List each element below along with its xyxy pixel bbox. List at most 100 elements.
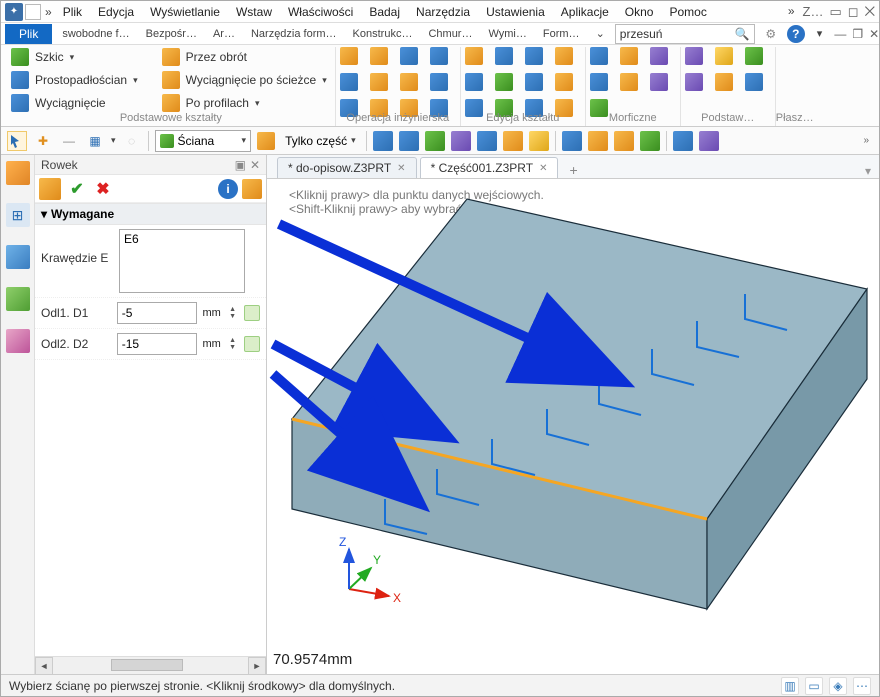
gear-icon[interactable]: ⚙ — [761, 24, 781, 44]
new-file-icon[interactable] — [25, 4, 41, 20]
chevron-down-icon[interactable]: ▾ — [255, 98, 260, 109]
d2-link-icon[interactable] — [244, 336, 260, 352]
d2-spinner[interactable]: ▲▼ — [227, 337, 239, 351]
t-m-icon[interactable] — [699, 131, 719, 151]
ed5-icon[interactable] — [465, 73, 483, 91]
chevron-down-icon[interactable]: ▾ — [322, 75, 327, 86]
ed7-icon[interactable] — [525, 73, 543, 91]
sketch-icon[interactable] — [11, 48, 29, 66]
menu-wstaw[interactable]: Wstaw — [229, 3, 279, 21]
ed8-icon[interactable] — [555, 73, 573, 91]
thread-icon[interactable] — [430, 73, 448, 91]
btn-extrude[interactable]: Wyciągnięcie — [35, 96, 106, 110]
sb-icon-d[interactable]: ⋯ — [853, 677, 871, 695]
rib-icon[interactable] — [340, 73, 358, 91]
search-icon[interactable]: 🔍 — [735, 27, 750, 41]
side-feature-icon[interactable] — [6, 161, 30, 185]
tabs-menu-icon[interactable]: ▾ — [865, 164, 879, 178]
sb-icon-c[interactable]: ◈ — [829, 677, 847, 695]
scroll-right-icon[interactable]: ► — [248, 657, 266, 675]
qat-overflow-icon[interactable]: » — [43, 5, 54, 19]
m4-icon[interactable] — [590, 73, 608, 91]
filter-combo[interactable]: Ściana ▾ — [155, 130, 252, 152]
menu-edycja[interactable]: Edycja — [91, 3, 141, 21]
menu-wyswietlanie[interactable]: Wyświetlanie — [143, 3, 227, 21]
shell-icon[interactable] — [370, 73, 388, 91]
menu-okno[interactable]: Okno — [618, 3, 661, 21]
m5-icon[interactable] — [620, 73, 638, 91]
settings-feature-icon[interactable] — [242, 179, 262, 199]
menu-overflow-label[interactable]: Z… — [803, 4, 824, 20]
help-icon[interactable]: ? — [787, 25, 805, 43]
d1-spinner[interactable]: ▲▼ — [227, 306, 239, 320]
panel-hscrollbar[interactable]: ◄ ► — [35, 656, 266, 674]
ed6-icon[interactable] — [495, 73, 513, 91]
menu-pomoc[interactable]: Pomoc — [662, 3, 713, 21]
add-tab-button[interactable]: + — [561, 162, 585, 178]
close-tab-icon[interactable]: ✕ — [539, 163, 547, 174]
btn-loft[interactable]: Po profilach — [186, 96, 249, 110]
menu-badaj[interactable]: Badaj — [362, 3, 407, 21]
select-cursor-icon[interactable] — [7, 131, 27, 151]
menu-plik[interactable]: Plik — [56, 3, 89, 21]
menu-narzedzia[interactable]: Narzędzia — [409, 3, 477, 21]
sb-icon-b[interactable]: ▭ — [805, 677, 823, 695]
side-tree-icon[interactable]: ⊞ — [6, 203, 30, 227]
ok-button[interactable]: ✔ — [67, 179, 87, 199]
chevron-down-icon[interactable]: ▾ — [111, 135, 116, 146]
sb-icon-a[interactable]: ▥ — [781, 677, 799, 695]
m6-icon[interactable] — [650, 73, 668, 91]
search-input[interactable]: przesuń 🔍 — [615, 24, 755, 44]
panel-pin-icon[interactable]: ▣ — [235, 158, 246, 172]
info-icon[interactable]: i — [218, 179, 238, 199]
ribbon-tab-8[interactable]: Form… — [537, 25, 586, 43]
btn-sweep[interactable]: Wyciągnięcie po ścieżce — [186, 73, 317, 87]
close-tab-icon[interactable]: ✕ — [397, 163, 405, 174]
ribbon-tab-1[interactable]: swobodne f… — [56, 25, 135, 43]
m1-icon[interactable] — [590, 47, 608, 65]
add-sel-icon[interactable]: ✚ — [33, 131, 53, 151]
circle-sel-icon[interactable]: ◌ — [122, 131, 142, 151]
loft-icon[interactable] — [162, 94, 180, 112]
side-user-icon[interactable] — [6, 329, 30, 353]
ribbon-tab-dd[interactable]: ⌄ — [590, 24, 611, 43]
p1-icon[interactable] — [685, 47, 703, 65]
ribbon-tab-plik[interactable]: Plik — [5, 24, 52, 44]
3d-viewport[interactable]: <Kliknij prawy> dla punktu danych wejści… — [267, 179, 879, 674]
ribbon-tab-4[interactable]: Narzędzia form… — [245, 25, 343, 43]
doc-tab-1[interactable]: * do-opisow.Z3PRT ✕ — [277, 157, 417, 178]
scope-icon[interactable] — [257, 132, 275, 150]
cancel-button[interactable]: ✖ — [93, 179, 113, 199]
ribbon-tab-6[interactable]: Chmur… — [422, 25, 478, 43]
draft-icon[interactable] — [430, 47, 448, 65]
menu-overflow-icon[interactable]: » — [786, 4, 797, 20]
ed4-icon[interactable] — [555, 47, 573, 65]
minimize-icon[interactable]: ▭ — [830, 4, 842, 20]
d1-input[interactable]: -5 — [117, 302, 197, 324]
chamfer-icon[interactable] — [370, 47, 388, 65]
btn-box[interactable]: Prostopadłościan — [35, 73, 127, 87]
p3-icon[interactable] — [745, 47, 763, 65]
edges-input[interactable]: E6 — [119, 229, 245, 293]
t-l-icon[interactable] — [673, 131, 693, 151]
doc-tab-2[interactable]: * Część001.Z3PRT ✕ — [420, 157, 559, 178]
m3-icon[interactable] — [650, 47, 668, 65]
revolve-icon[interactable] — [162, 48, 180, 66]
ribbon-tab-7[interactable]: Wymi… — [482, 25, 532, 43]
ribbon-tab-2[interactable]: Bezpośr… — [140, 25, 203, 43]
maximize-icon[interactable]: ◻ — [848, 4, 859, 20]
sweep-icon[interactable] — [162, 71, 180, 89]
grid-sel-icon[interactable]: ▦ — [85, 131, 105, 151]
close-icon[interactable]: ⨉ — [865, 4, 875, 20]
btn-revolve[interactable]: Przez obrót — [186, 50, 247, 64]
section-header[interactable]: ▾ Wymagane — [35, 203, 266, 225]
window-close-icon[interactable]: ✕ — [869, 27, 879, 41]
fillet-icon[interactable] — [340, 47, 358, 65]
p5-icon[interactable] — [715, 73, 733, 91]
menu-wlasciwosci[interactable]: Właściwości — [281, 3, 360, 21]
d2-input[interactable]: -15 — [117, 333, 197, 355]
hole-icon[interactable] — [400, 47, 418, 65]
side-view-icon[interactable] — [6, 245, 30, 269]
minus-sel-icon[interactable]: — — [59, 131, 79, 151]
p2-icon[interactable] — [715, 47, 733, 65]
